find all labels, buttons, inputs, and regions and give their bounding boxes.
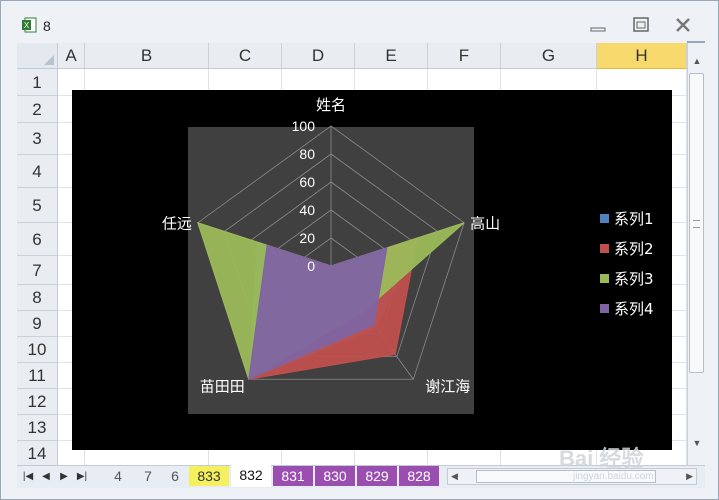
radar-chart[interactable]: 0 20 40 60 80 100 姓名高山谢江海 苗田田 任远 系列1 系列2 系列3 系列4: [72, 90, 672, 450]
vertical-scroll-thumb[interactable]: [689, 73, 704, 373]
next-sheet-button[interactable]: ▶: [57, 468, 71, 486]
scroll-left-arrow[interactable]: ◀: [451, 469, 458, 484]
tick-label: 40: [299, 202, 315, 218]
row-header-13[interactable]: 13: [17, 415, 58, 441]
legend-swatch-2: [600, 244, 609, 253]
row-header-9[interactable]: 9: [17, 311, 58, 337]
sheet-tab-828[interactable]: 828: [399, 466, 439, 486]
vertical-scrollbar[interactable]: ▲ ▼: [687, 43, 706, 467]
legend-label-2: 系列2: [614, 240, 654, 258]
excel-icon: X: [22, 17, 37, 33]
category-label: 姓名: [316, 96, 346, 114]
row-header-3[interactable]: 3: [17, 123, 58, 155]
category-label: 谢江海: [425, 377, 470, 395]
last-sheet-button[interactable]: ▶|: [75, 468, 89, 486]
row-header-11[interactable]: 11: [17, 363, 58, 389]
close-icon: [676, 18, 690, 32]
row-header-10[interactable]: 10: [17, 337, 58, 363]
sheet-tab-6[interactable]: 6: [163, 466, 187, 486]
column-header-f[interactable]: F: [428, 43, 501, 69]
prev-sheet-button[interactable]: ◀: [39, 468, 53, 486]
excel-window: X 8 ABCDEFGH 1 2 3 4 5 6 7 8 9 10 11 12 13 14 ▲ ▼ 0 20…: [0, 0, 719, 500]
select-all-corner[interactable]: [17, 43, 58, 69]
legend-label-1: 系列1: [614, 210, 654, 228]
legend-label-4: 系列4: [614, 300, 654, 318]
first-sheet-button[interactable]: |◀: [21, 468, 35, 486]
tick-label: 20: [299, 230, 315, 246]
sheet-tab-832[interactable]: 832: [231, 465, 271, 487]
scroll-down-arrow[interactable]: ▼: [689, 435, 705, 451]
row-header-2[interactable]: 2: [17, 96, 58, 123]
column-header-a[interactable]: A: [58, 43, 85, 69]
watermark-url: jingyan.baidu.com: [573, 471, 654, 482]
tick-label: 100: [292, 118, 316, 134]
title-bar: X 8: [1, 1, 718, 41]
column-header-e[interactable]: E: [355, 43, 428, 69]
tick-label: 80: [299, 146, 315, 162]
minimize-icon: [590, 27, 606, 32]
row-header-1[interactable]: 1: [17, 69, 58, 96]
category-label: 苗田田: [200, 377, 245, 395]
row-header-6[interactable]: 6: [17, 223, 58, 256]
legend-swatch-4: [600, 304, 609, 313]
sheet-tab-831[interactable]: 831: [273, 466, 313, 486]
sheet-tab-7[interactable]: 7: [135, 466, 161, 486]
window-title: 8: [43, 18, 51, 34]
grip-icon: [693, 220, 700, 228]
row-header-14[interactable]: 14: [17, 441, 58, 467]
tick-label: 0: [307, 258, 315, 274]
scroll-up-arrow[interactable]: ▲: [689, 53, 705, 69]
column-header-c[interactable]: C: [209, 43, 282, 69]
watermark-logo: Bai 经验: [559, 446, 644, 471]
column-header-d[interactable]: D: [282, 43, 355, 69]
minimize-button[interactable]: [585, 15, 611, 37]
category-label: 任远: [162, 215, 192, 233]
row-header-7[interactable]: 7: [17, 256, 58, 285]
column-header-h[interactable]: H: [597, 43, 687, 69]
radar-chart-svg: 0 20 40 60 80 100姓名高山谢江海 苗田田 任远 系列1 系列2 系列3 系列4: [162, 96, 654, 414]
tick-label: 60: [299, 174, 315, 190]
legend-swatch-3: [600, 274, 609, 283]
sheet-tab-830[interactable]: 830: [315, 466, 355, 486]
row-header-8[interactable]: 8: [17, 285, 58, 311]
row-header-5[interactable]: 5: [17, 188, 58, 223]
column-header-g[interactable]: G: [501, 43, 597, 69]
sheet-tab-829[interactable]: 829: [357, 466, 397, 486]
column-header-b[interactable]: B: [85, 43, 209, 69]
legend-label-3: 系列3: [614, 270, 654, 288]
scroll-right-arrow[interactable]: ▶: [686, 469, 693, 484]
category-label: 高山: [470, 215, 500, 233]
restore-button[interactable]: [628, 15, 654, 37]
close-button[interactable]: [670, 15, 696, 37]
sheet-tab-833[interactable]: 833: [189, 466, 229, 486]
row-header-4[interactable]: 4: [17, 155, 58, 188]
sheet-tab-4[interactable]: 4: [103, 466, 133, 486]
restore-icon: [633, 17, 649, 32]
legend-swatch-1: [600, 214, 609, 223]
row-header-12[interactable]: 12: [17, 389, 58, 415]
svg-text:X: X: [24, 21, 30, 30]
